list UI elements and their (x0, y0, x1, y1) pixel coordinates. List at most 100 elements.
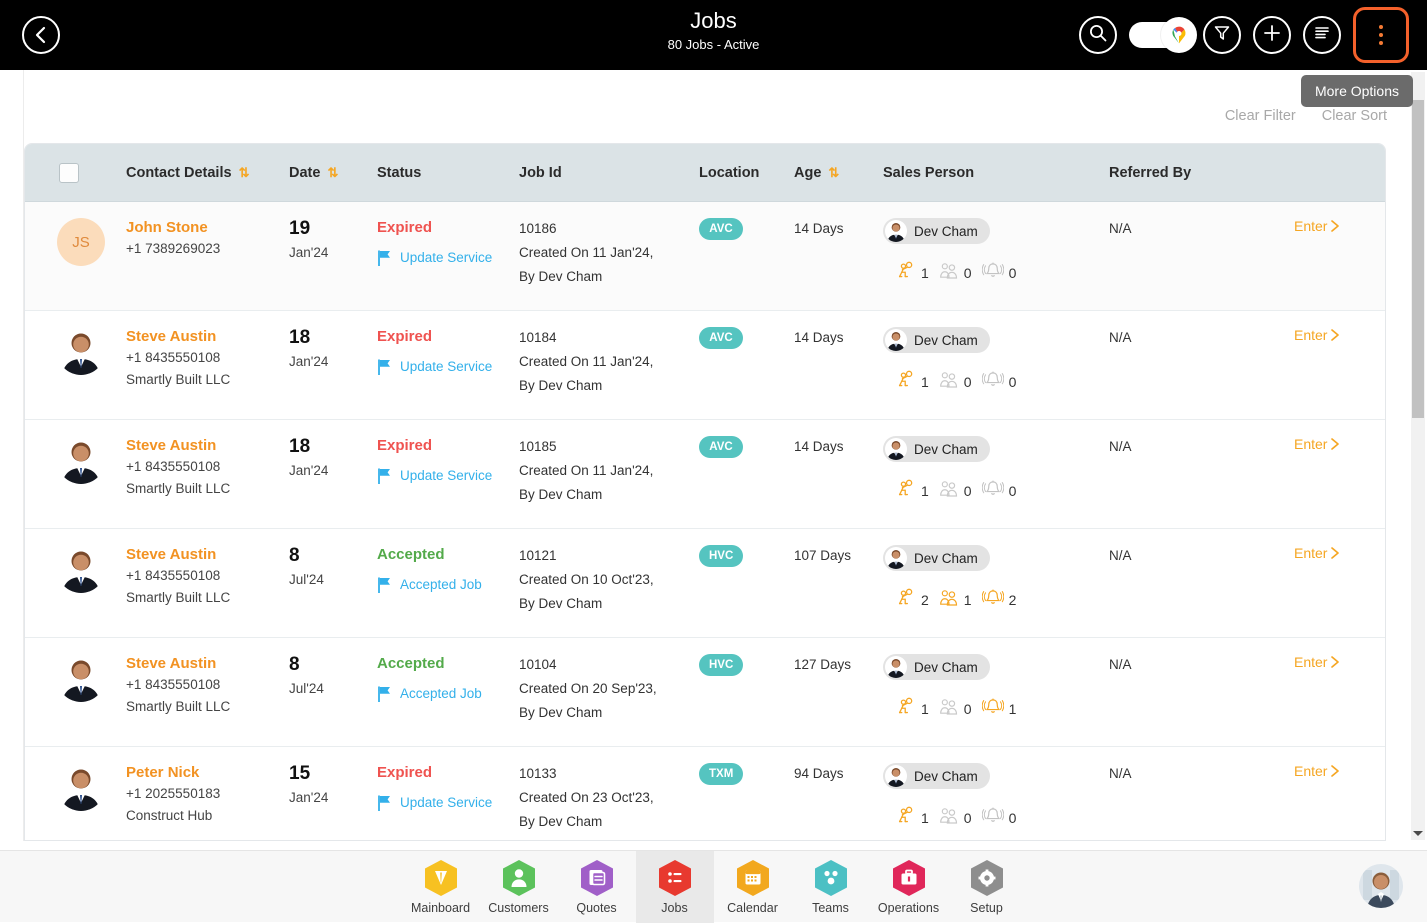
row-date-day: 19 (289, 218, 377, 240)
clear-filter-button[interactable]: Clear Filter (1225, 108, 1296, 124)
table-row[interactable]: Peter Nick+1 2025550183Construct Hub15Ja… (25, 747, 1385, 841)
select-all-checkbox[interactable] (59, 163, 79, 183)
sales-person-chip[interactable]: Dev Cham (883, 763, 990, 789)
sales-person-chip[interactable]: Dev Cham (883, 545, 990, 571)
column-header-referred-by[interactable]: Referred By (1109, 165, 1294, 181)
row-date-month: Jul'24 (289, 678, 377, 700)
crew-count[interactable]: 0 (939, 697, 972, 721)
bell-icon (982, 261, 1004, 285)
row-status-action[interactable]: Update Service (377, 465, 519, 490)
row-contact-name[interactable]: John Stone (126, 218, 289, 238)
scroll-down-caret-icon[interactable] (1413, 831, 1423, 836)
nav-item-operations[interactable]: Operations (870, 851, 948, 923)
search-button[interactable] (1079, 16, 1117, 54)
add-button[interactable] (1253, 16, 1291, 54)
row-referred-by-cell: N/A (1109, 436, 1294, 457)
column-header-sales-person[interactable]: Sales Person (883, 165, 1109, 181)
row-sales-person-cell: Dev Cham100 (883, 436, 1109, 503)
row-contact-name[interactable]: Steve Austin (126, 327, 289, 347)
crew-count[interactable]: 0 (939, 261, 972, 285)
sales-person-chip[interactable]: Dev Cham (883, 327, 990, 353)
row-status-action-label[interactable]: Accepted Job (400, 683, 482, 704)
enter-button[interactable]: Enter (1294, 327, 1386, 343)
row-referred-by-cell: N/A (1109, 654, 1294, 675)
technician-count[interactable]: 1 (897, 806, 929, 830)
column-header-age[interactable]: Age ⇅ (794, 165, 883, 181)
chevron-right-icon (1330, 219, 1340, 233)
row-status-action-label[interactable]: Update Service (400, 247, 492, 268)
crew-count[interactable]: 1 (939, 588, 972, 612)
alert-count[interactable]: 2 (982, 588, 1017, 612)
sales-person-avatar (885, 547, 907, 569)
column-header-jobid[interactable]: Job Id (519, 165, 699, 181)
column-header-contact[interactable]: Contact Details ⇅ (126, 165, 289, 181)
nav-item-label: Calendar (727, 901, 778, 915)
alert-count[interactable]: 0 (982, 261, 1017, 285)
scrollbar-thumb[interactable] (1412, 100, 1424, 418)
row-status-action[interactable]: Accepted Job (377, 574, 519, 599)
crew-count[interactable]: 0 (939, 806, 972, 830)
nav-item-teams[interactable]: Teams (792, 851, 870, 923)
row-status-action-label[interactable]: Update Service (400, 356, 492, 377)
row-contact-name[interactable]: Steve Austin (126, 436, 289, 456)
row-status-action-label[interactable]: Update Service (400, 465, 492, 486)
avatar: JS (57, 218, 105, 266)
sort-icon-contact[interactable]: ⇅ (239, 165, 249, 181)
alert-count[interactable]: 0 (982, 370, 1017, 394)
sales-person-chip[interactable]: Dev Cham (883, 218, 990, 244)
user-avatar[interactable] (1359, 864, 1403, 908)
sort-icon-date[interactable]: ⇅ (327, 165, 337, 181)
row-avatar-cell: JS (25, 218, 126, 266)
row-contact-name[interactable]: Steve Austin (126, 545, 289, 565)
row-contact-name[interactable]: Steve Austin (126, 654, 289, 674)
enter-button[interactable]: Enter (1294, 436, 1386, 452)
sales-person-chip[interactable]: Dev Cham (883, 436, 990, 462)
back-button[interactable] (22, 16, 60, 54)
row-status-action-label[interactable]: Accepted Job (400, 574, 482, 595)
enter-button[interactable]: Enter (1294, 218, 1386, 234)
row-status-action[interactable]: Update Service (377, 247, 519, 272)
technician-count[interactable]: 1 (897, 261, 929, 285)
alert-count[interactable]: 0 (982, 479, 1017, 503)
table-row[interactable]: Steve Austin+1 8435550108Smartly Built L… (25, 529, 1385, 638)
row-status-action[interactable]: Accepted Job (377, 683, 519, 708)
alert-count[interactable]: 0 (982, 806, 1017, 830)
crew-count[interactable]: 0 (939, 479, 972, 503)
nav-item-customers[interactable]: Customers (480, 851, 558, 923)
column-header-status[interactable]: Status (377, 165, 519, 181)
list-view-button[interactable] (1303, 16, 1341, 54)
nav-item-jobs[interactable]: Jobs (636, 851, 714, 923)
table-row[interactable]: Steve Austin+1 8435550108Smartly Built L… (25, 638, 1385, 747)
table-row[interactable]: Steve Austin+1 8435550108Smartly Built L… (25, 420, 1385, 529)
row-status-action[interactable]: Update Service (377, 792, 519, 817)
vertical-scrollbar[interactable] (1411, 72, 1425, 840)
technician-count[interactable]: 1 (897, 479, 929, 503)
row-enter-cell: Enter (1294, 545, 1386, 561)
nav-item-mainboard[interactable]: Mainboard (402, 851, 480, 923)
row-contact-name[interactable]: Peter Nick (126, 763, 289, 783)
table-row[interactable]: Steve Austin+1 8435550108Smartly Built L… (25, 311, 1385, 420)
technician-count[interactable]: 1 (897, 370, 929, 394)
sort-icon-age[interactable]: ⇅ (828, 165, 838, 181)
column-header-location[interactable]: Location (699, 165, 794, 181)
sales-person-chip[interactable]: Dev Cham (883, 654, 990, 680)
crew-count[interactable]: 0 (939, 370, 972, 394)
enter-button[interactable]: Enter (1294, 654, 1386, 670)
enter-button[interactable]: Enter (1294, 763, 1386, 779)
filter-button[interactable] (1203, 16, 1241, 54)
technician-count[interactable]: 2 (897, 588, 929, 612)
clear-sort-button[interactable]: Clear Sort (1322, 108, 1387, 124)
table-row[interactable]: JSJohn Stone+1 738926902319Jan'24Expired… (25, 202, 1385, 311)
more-options-button[interactable] (1358, 12, 1404, 58)
row-job-by: By Dev Cham (519, 593, 699, 614)
alert-count[interactable]: 1 (982, 697, 1017, 721)
column-header-date[interactable]: Date ⇅ (289, 165, 377, 181)
nav-item-calendar[interactable]: Calendar (714, 851, 792, 923)
enter-button[interactable]: Enter (1294, 545, 1386, 561)
map-view-toggle[interactable] (1129, 22, 1191, 48)
row-status-action-label[interactable]: Update Service (400, 792, 492, 813)
row-status-action[interactable]: Update Service (377, 356, 519, 381)
nav-item-setup[interactable]: Setup (948, 851, 1026, 923)
nav-item-quotes[interactable]: Quotes (558, 851, 636, 923)
technician-count[interactable]: 1 (897, 697, 929, 721)
